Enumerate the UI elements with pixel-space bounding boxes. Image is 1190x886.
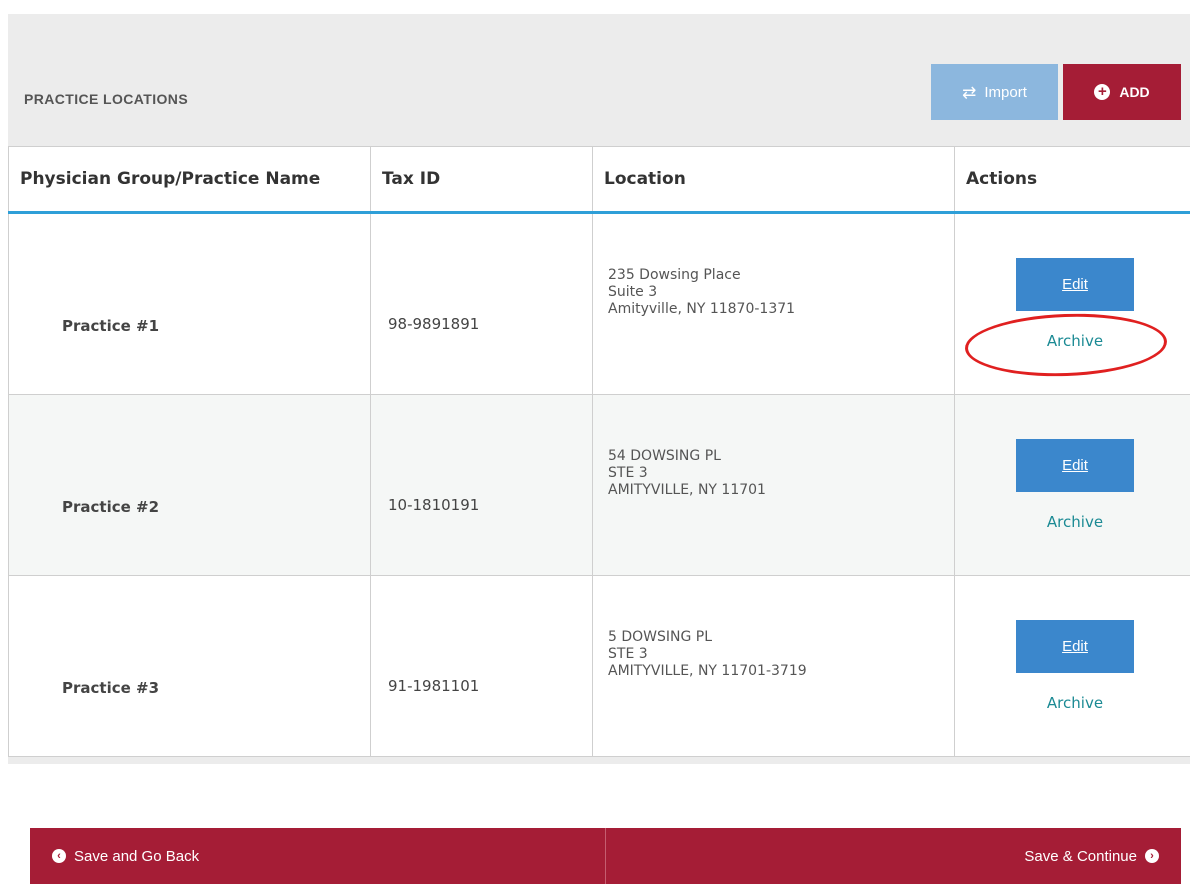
save-and-continue-button[interactable]: Save & Continue › xyxy=(606,828,1181,884)
table-header-row: Physician Group/Practice Name Tax ID Loc… xyxy=(8,146,1190,214)
table-row: Practice #2 10-1810191 54 DOWSING PL STE… xyxy=(8,394,1190,576)
save-and-go-back-label: Save and Go Back xyxy=(74,847,200,865)
import-button[interactable]: ⇄ Import xyxy=(931,64,1058,120)
edit-button[interactable]: Edit xyxy=(1016,439,1134,492)
address-line-1: 54 DOWSING PL xyxy=(608,448,721,464)
practice-name: Practice #2 xyxy=(62,498,160,516)
address-line-2: Suite 3 xyxy=(608,284,658,300)
tax-id: 10-1810191 xyxy=(388,496,480,514)
actions-cell: Edit Archive xyxy=(954,394,1190,576)
practice-name: Practice #3 xyxy=(62,679,160,697)
column-header-location: Location xyxy=(592,146,955,214)
chevron-left-circle-icon: ‹ xyxy=(52,849,66,863)
plus-circle-icon: + xyxy=(1094,84,1111,100)
address-line-1: 235 Dowsing Place xyxy=(608,267,741,283)
tax-id: 91-1981101 xyxy=(388,677,480,695)
table-row: Practice #1 98-9891891 235 Dowsing Place… xyxy=(8,212,1190,395)
location-address: 5 DOWSING PL STE 3 AMITYVILLE, NY 11701-… xyxy=(608,629,807,680)
chevron-right-circle-icon: › xyxy=(1145,849,1159,863)
column-header-actions: Actions xyxy=(954,146,1190,214)
tax-id: 98-9891891 xyxy=(388,315,480,333)
save-and-continue-label: Save & Continue xyxy=(1024,847,1137,865)
import-button-label: Import xyxy=(984,83,1027,101)
address-line-3: Amityville, NY 11870-1371 xyxy=(608,301,796,317)
practice-locations-table: Physician Group/Practice Name Tax ID Loc… xyxy=(8,146,1190,757)
tax-id-cell: 98-9891891 xyxy=(370,212,593,395)
edit-button[interactable]: Edit xyxy=(1016,620,1134,673)
archive-link[interactable]: Archive xyxy=(1016,513,1134,531)
actions-cell: Edit Archive xyxy=(954,575,1190,757)
edit-button[interactable]: Edit xyxy=(1016,258,1134,311)
location-address: 235 Dowsing Place Suite 3 Amityville, NY… xyxy=(608,267,795,318)
location-cell: 54 DOWSING PL STE 3 AMITYVILLE, NY 11701 xyxy=(592,394,955,576)
tax-id-cell: 10-1810191 xyxy=(370,394,593,576)
address-line-2: STE 3 xyxy=(608,465,648,481)
add-button-label: ADD xyxy=(1119,84,1150,100)
swap-arrows-icon: ⇄ xyxy=(962,82,977,102)
address-line-1: 5 DOWSING PL xyxy=(608,629,713,645)
tax-id-cell: 91-1981101 xyxy=(370,575,593,757)
save-and-go-back-button[interactable]: ‹ Save and Go Back xyxy=(30,828,606,884)
practice-name-cell: Practice #3 xyxy=(8,575,371,757)
column-header-tax-id: Tax ID xyxy=(370,146,593,214)
footer-bar: ‹ Save and Go Back Save & Continue › xyxy=(30,828,1181,884)
column-header-name: Physician Group/Practice Name xyxy=(8,146,371,214)
address-line-2: STE 3 xyxy=(608,646,648,662)
address-line-3: AMITYVILLE, NY 11701-3719 xyxy=(608,663,807,679)
location-cell: 5 DOWSING PL STE 3 AMITYVILLE, NY 11701-… xyxy=(592,575,955,757)
practice-name-cell: Practice #2 xyxy=(8,394,371,576)
archive-link[interactable]: Archive xyxy=(1016,332,1134,350)
practice-name-cell: Practice #1 xyxy=(8,212,371,395)
panel-title: PRACTICE LOCATIONS xyxy=(24,91,189,107)
location-cell: 235 Dowsing Place Suite 3 Amityville, NY… xyxy=(592,212,955,395)
practice-name: Practice #1 xyxy=(62,317,160,335)
add-button[interactable]: + ADD xyxy=(1063,64,1181,120)
archive-link[interactable]: Archive xyxy=(1016,694,1134,712)
address-line-3: AMITYVILLE, NY 11701 xyxy=(608,482,766,498)
location-address: 54 DOWSING PL STE 3 AMITYVILLE, NY 11701 xyxy=(608,448,766,499)
actions-cell: Edit Archive xyxy=(954,212,1190,395)
table-row: Practice #3 91-1981101 5 DOWSING PL STE … xyxy=(8,575,1190,757)
